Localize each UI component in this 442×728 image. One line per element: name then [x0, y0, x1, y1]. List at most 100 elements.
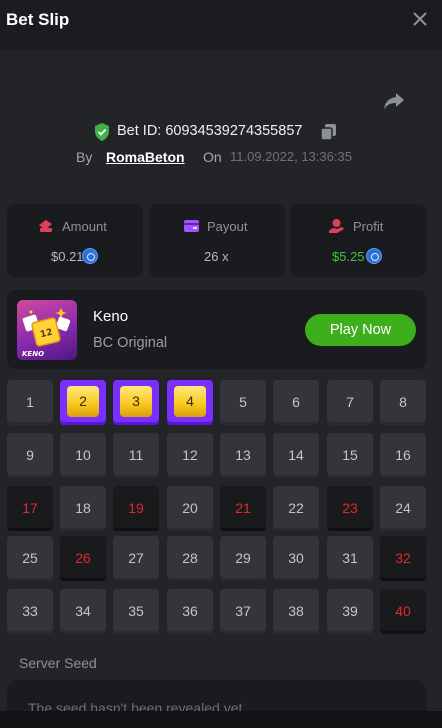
keno-cell[interactable]: 11	[113, 433, 159, 478]
keno-cell-number: 34	[75, 603, 91, 619]
keno-cell[interactable]: 20	[167, 486, 213, 531]
keno-cell[interactable]: 38	[273, 589, 319, 634]
keno-cell-number: 29	[235, 550, 251, 566]
keno-cell-number: 17	[22, 500, 38, 516]
keno-cell-number: 13	[235, 447, 251, 463]
page-title: Bet Slip	[6, 10, 70, 29]
server-seed-label: Server Seed	[19, 655, 97, 671]
keno-cell[interactable]: 15	[327, 433, 373, 478]
keno-cell[interactable]: 21	[220, 486, 266, 531]
keno-cell[interactable]: 33	[7, 589, 53, 634]
keno-cell[interactable]: 39	[327, 589, 373, 634]
game-card: 12 KENO Keno BC Original Play Now	[7, 290, 426, 369]
keno-cell[interactable]: 24	[380, 486, 426, 531]
share-icon[interactable]	[382, 90, 406, 112]
by-label: By	[76, 149, 93, 165]
keno-cell[interactable]: 31	[327, 536, 373, 581]
on-label: On	[203, 149, 222, 165]
keno-cell[interactable]: 8	[380, 380, 426, 425]
shield-check-icon	[95, 123, 109, 141]
keno-cell-number: 6	[292, 394, 300, 410]
keno-cell[interactable]: 29	[220, 536, 266, 581]
keno-cell[interactable]: 36	[167, 589, 213, 634]
keno-cell-number: 11	[128, 447, 144, 463]
keno-cell-number: 1	[26, 394, 34, 410]
keno-cell[interactable]: 5	[220, 380, 266, 425]
keno-cell-number: 38	[288, 603, 304, 619]
keno-cell[interactable]: 6	[273, 380, 319, 425]
keno-cell[interactable]: 26	[60, 536, 106, 581]
keno-cell[interactable]: 37	[220, 589, 266, 634]
payout-label: Payout	[207, 219, 248, 234]
payout-card: Payout 26 x	[149, 204, 285, 277]
amount-icon	[39, 220, 52, 232]
keno-cell-number: 8	[399, 394, 407, 410]
keno-cell[interactable]: 14	[273, 433, 319, 478]
keno-cell[interactable]: 19	[113, 486, 159, 531]
keno-cell[interactable]: 9	[7, 433, 53, 478]
keno-cell[interactable]: 25	[7, 536, 53, 581]
keno-cell[interactable]: 18	[60, 486, 106, 531]
keno-cell-number: 4	[174, 386, 206, 417]
keno-cell[interactable]: 40	[380, 589, 426, 634]
keno-cell-number: 9	[26, 447, 34, 463]
keno-cell-number: 19	[128, 500, 144, 516]
keno-thumb-label: KENO	[22, 350, 44, 358]
coin-icon	[366, 248, 382, 264]
keno-thumbnail[interactable]: 12 KENO	[17, 300, 77, 360]
keno-cell-number: 31	[342, 550, 358, 566]
coin-icon	[82, 248, 98, 264]
close-icon[interactable]	[410, 9, 430, 29]
game-subtitle: BC Original	[93, 335, 168, 351]
user-link[interactable]: RomaBeton	[106, 149, 185, 165]
keno-cell-number: 15	[342, 447, 358, 463]
keno-cell[interactable]: 3	[113, 380, 159, 425]
keno-cell-number: 14	[288, 447, 304, 463]
keno-cell-number: 26	[75, 550, 91, 566]
keno-cell-number: 18	[75, 500, 91, 516]
keno-cell-number: 27	[128, 550, 144, 566]
keno-cell[interactable]: 30	[273, 536, 319, 581]
play-now-button[interactable]: Play Now	[305, 314, 416, 346]
keno-cell[interactable]: 13	[220, 433, 266, 478]
keno-cell[interactable]: 10	[60, 433, 106, 478]
keno-cell[interactable]: 32	[380, 536, 426, 581]
keno-cell[interactable]: 2	[60, 380, 106, 425]
profit-value: $5.25	[332, 249, 365, 264]
keno-cell[interactable]: 1	[7, 380, 53, 425]
amount-label: Amount	[62, 219, 107, 234]
amount-card: Amount $0.21	[7, 204, 143, 277]
keno-cell-number: 12	[182, 447, 198, 463]
keno-cell[interactable]: 23	[327, 486, 373, 531]
profit-card: Profit $5.25	[290, 204, 426, 277]
keno-cell-number: 40	[395, 603, 411, 619]
keno-cell-number: 35	[128, 603, 144, 619]
bet-date: 11.09.2022, 13:36:35	[230, 149, 352, 164]
keno-cell[interactable]: 16	[380, 433, 426, 478]
keno-cell[interactable]: 12	[167, 433, 213, 478]
payout-value: 26 x	[204, 249, 229, 264]
bet-slip-header: Bet Slip	[0, 0, 442, 50]
keno-cell-number: 2	[67, 386, 99, 417]
keno-cell[interactable]: 34	[60, 589, 106, 634]
copy-icon[interactable]	[321, 124, 336, 140]
keno-cell-number: 36	[182, 603, 198, 619]
keno-cell[interactable]: 7	[327, 380, 373, 425]
keno-cell-number: 37	[235, 603, 251, 619]
bet-id: Bet ID: 60934539274355857	[117, 123, 303, 139]
keno-cell-number: 33	[22, 603, 38, 619]
keno-cell-number: 7	[346, 394, 354, 410]
bet-meta-row: By RomaBeton On 11.09.2022, 13:36:35	[0, 148, 442, 168]
keno-cell[interactable]: 28	[167, 536, 213, 581]
keno-cell[interactable]: 17	[7, 486, 53, 531]
keno-cell[interactable]: 4	[167, 380, 213, 425]
keno-cell[interactable]: 35	[113, 589, 159, 634]
keno-cell-number: 24	[395, 500, 411, 516]
keno-cell-number: 5	[239, 394, 247, 410]
game-name: Keno	[93, 308, 129, 325]
keno-cell-number: 30	[288, 550, 304, 566]
keno-cell[interactable]: 22	[273, 486, 319, 531]
bottom-bar	[0, 711, 442, 728]
bet-id-row: Bet ID: 60934539274355857	[0, 122, 442, 142]
keno-cell[interactable]: 27	[113, 536, 159, 581]
